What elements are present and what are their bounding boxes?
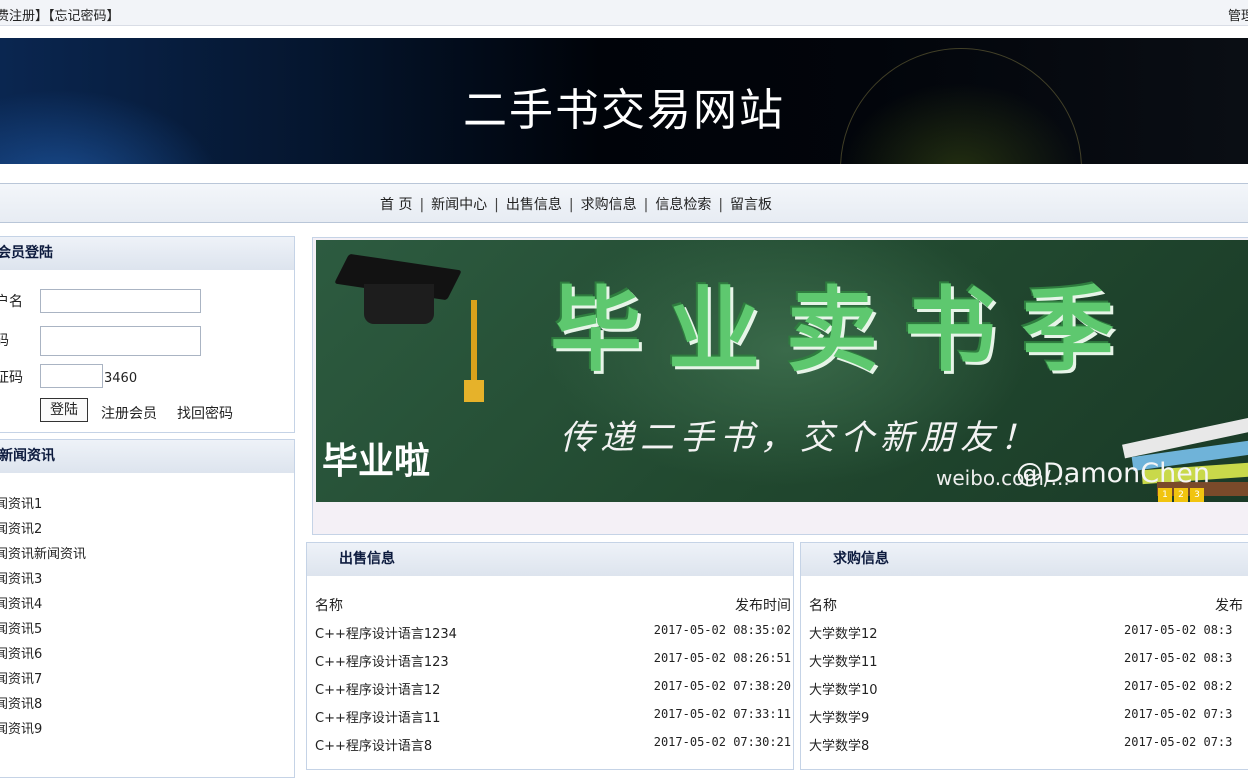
sell-item-name[interactable]: C++程序设计语言123	[315, 651, 449, 670]
login-panel-title: 会员登陆	[0, 237, 294, 270]
password-label: 码	[0, 333, 9, 349]
buy-item-name[interactable]: 大学数学9	[809, 707, 869, 726]
news-item[interactable]: 闻资讯5	[0, 618, 86, 643]
nav-buy[interactable]: 求购信息	[581, 197, 637, 213]
register-link[interactable]: 注册会员	[101, 403, 157, 423]
main-nav: 首 页 | 新闻中心 | 出售信息 | 求购信息 | 信息检索 | 留言板	[0, 183, 1248, 223]
banner-slogan: 传递二手书，交个新朋友！	[560, 418, 1040, 458]
news-panel: 新闻资讯 闻资讯1 闻资讯2 闻资讯新闻资讯 闻资讯3 闻资讯4 闻资讯5 闻资…	[0, 439, 295, 778]
carousel-pager: 123	[1158, 486, 1206, 502]
buy-panel-title: 求购信息	[801, 543, 1248, 576]
table-row: C++程序设计语言11 2017-05-02 07:33:11	[315, 707, 791, 735]
ad-carousel: 毕业卖书季 传递二手书，交个新朋友！ 毕业啦 weibo.com/... @Da…	[312, 237, 1248, 535]
nav-separator: |	[643, 197, 649, 213]
buy-item-name[interactable]: 大学数学12	[809, 623, 878, 642]
sell-item-date: 2017-05-02 07:38:20	[653, 679, 791, 693]
table-row: C++程序设计语言8 2017-05-02 07:30:21	[315, 735, 791, 763]
news-item[interactable]: 闻资讯9	[0, 718, 86, 743]
buy-item-date: 2017-05-02 08:3	[1124, 651, 1233, 665]
username-label: 户名	[0, 294, 23, 310]
table-row: C++程序设计语言12 2017-05-02 07:38:20	[315, 679, 791, 707]
captcha-input[interactable]	[40, 364, 103, 388]
news-item[interactable]: 闻资讯8	[0, 693, 86, 718]
site-banner: 二手书交易网站	[0, 38, 1248, 164]
sell-item-date: 2017-05-02 08:26:51	[653, 651, 791, 665]
table-row: C++程序设计语言1234 2017-05-02 08:35:02	[315, 623, 791, 651]
news-panel-title: 新闻资讯	[0, 440, 294, 473]
buy-item-date: 2017-05-02 08:2	[1124, 679, 1233, 693]
news-item[interactable]: 闻资讯1	[0, 493, 86, 518]
table-row: 大学数学10 2017-05-02 08:2	[809, 679, 1248, 707]
recover-password-link[interactable]: 找回密码	[177, 403, 233, 423]
buy-table: 名称 发布 大学数学12 2017-05-02 08:3 大学数学11 2017-0…	[809, 595, 1248, 763]
col-name-header: 名称	[315, 598, 343, 614]
nav-guestbook[interactable]: 留言板	[730, 197, 772, 213]
site-title: 二手书交易网站	[463, 85, 785, 136]
nav-news[interactable]: 新闻中心	[431, 197, 487, 213]
buy-item-name[interactable]: 大学数学10	[809, 679, 878, 698]
sell-panel-title: 出售信息	[307, 543, 793, 576]
news-item[interactable]: 闻资讯3	[0, 568, 86, 593]
table-header-row: 名称 发布	[809, 595, 1248, 623]
nav-separator: |	[568, 197, 574, 213]
sell-item-date: 2017-05-02 07:33:11	[653, 707, 791, 721]
pager-dot-1[interactable]: 1	[1158, 488, 1172, 502]
captcha-label: 证码	[0, 370, 23, 386]
buy-item-date: 2017-05-02 08:3	[1124, 623, 1233, 637]
captcha-code: 3460	[104, 371, 138, 386]
table-row: 大学数学11 2017-05-02 08:3	[809, 651, 1248, 679]
col-date-header: 发布	[1215, 598, 1243, 614]
buy-item-date: 2017-05-02 07:3	[1124, 735, 1233, 749]
graduation-cap-body	[364, 284, 434, 324]
pager-dot-2[interactable]: 2	[1174, 488, 1188, 502]
nav-home[interactable]: 首 页	[380, 197, 412, 213]
buy-item-date: 2017-05-02 07:3	[1124, 707, 1233, 721]
password-input[interactable]	[40, 326, 201, 356]
sell-item-name[interactable]: C++程序设计语言1234	[315, 623, 457, 642]
table-row: C++程序设计语言123 2017-05-02 08:26:51	[315, 651, 791, 679]
news-item[interactable]: 闻资讯2	[0, 518, 86, 543]
pager-dot-3[interactable]: 3	[1190, 488, 1204, 502]
sell-item-name[interactable]: C++程序设计语言11	[315, 707, 440, 726]
col-name-header: 名称	[809, 598, 837, 614]
username-input[interactable]	[40, 289, 201, 313]
news-item[interactable]: 闻资讯新闻资讯	[0, 543, 86, 568]
cap-tassel	[471, 300, 477, 390]
buy-item-name[interactable]: 大学数学11	[809, 651, 878, 670]
news-item[interactable]: 闻资讯4	[0, 593, 86, 618]
admin-link[interactable]: 管理	[1228, 5, 1248, 24]
nav-sell[interactable]: 出售信息	[506, 197, 562, 213]
table-row: 大学数学8 2017-05-02 07:3	[809, 735, 1248, 763]
nav-separator: |	[419, 197, 425, 213]
news-item[interactable]: 闻资讯7	[0, 668, 86, 693]
sell-item-date: 2017-05-02 08:35:02	[653, 623, 791, 637]
member-login-panel: 会员登陆 户名 码 证码 3460 登陆 注册会员 找回密码	[0, 236, 295, 433]
news-item[interactable]: 闻资讯6	[0, 643, 86, 668]
cap-tassel-end	[464, 380, 484, 402]
nav-search[interactable]: 信息检索	[655, 197, 711, 213]
banner-headline: 毕业卖书季	[550, 277, 1141, 384]
banner-left-text: 毕业啦	[322, 441, 431, 482]
table-row: 大学数学12 2017-05-02 08:3	[809, 623, 1248, 651]
sell-item-name[interactable]: C++程序设计语言12	[315, 679, 440, 698]
graduation-sale-banner[interactable]: 毕业卖书季 传递二手书，交个新朋友！ 毕业啦 weibo.com/... @Da…	[316, 240, 1248, 502]
buy-item-name[interactable]: 大学数学8	[809, 735, 869, 754]
sell-info-panel: 出售信息 名称 发布时间 C++程序设计语言1234 2017-05-02 08:…	[306, 542, 794, 770]
nav-separator: |	[494, 197, 499, 213]
sell-item-date: 2017-05-02 07:30:21	[653, 735, 791, 749]
top-bar: 费注册】【忘记密码】 管理	[0, 0, 1248, 26]
login-button[interactable]: 登陆	[40, 398, 88, 422]
sell-item-name[interactable]: C++程序设计语言8	[315, 735, 432, 754]
col-date-header: 发布时间	[735, 598, 791, 614]
register-forgot-links[interactable]: 费注册】【忘记密码】	[0, 5, 120, 24]
sell-table: 名称 发布时间 C++程序设计语言1234 2017-05-02 08:35:02…	[315, 595, 791, 763]
buy-info-panel: 求购信息 名称 发布 大学数学12 2017-05-02 08:3 大学数学11 2…	[800, 542, 1248, 770]
table-row: 大学数学9 2017-05-02 07:3	[809, 707, 1248, 735]
nav-separator: |	[718, 197, 724, 213]
table-header-row: 名称 发布时间	[315, 595, 791, 623]
weibo-watermark: @DamonChen	[1016, 458, 1210, 489]
